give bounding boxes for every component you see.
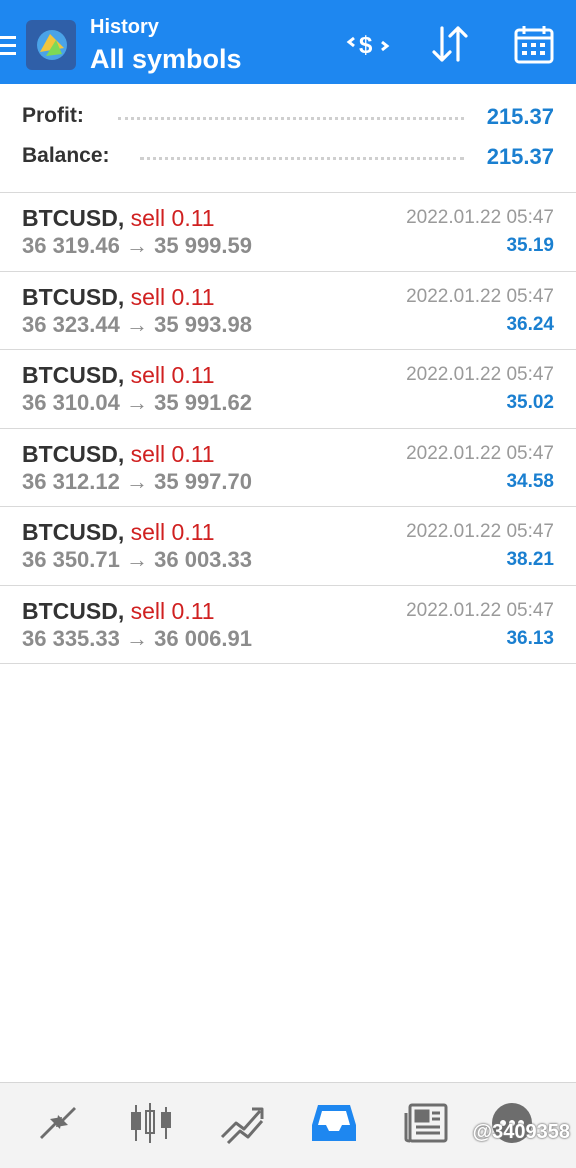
deal-symbol-name: BTCUSD, [22,283,125,310]
quotes-icon[interactable] [34,1101,82,1145]
deal-symbol-name: BTCUSD, [22,597,125,624]
deal-row[interactable]: BTCUSD, sell 0.11 36 312.12 → 35 997.70 20… [0,427,576,506]
deal-prices: 36 319.46 → 35 999.59 [22,233,252,259]
deal-symbol: BTCUSD, sell 0.11 [22,362,215,389]
arrow-icon: → [126,468,148,494]
menu-icon[interactable] [0,36,16,56]
balance-value: 215.37 [480,144,554,170]
list-divider [0,663,576,664]
arrow-icon: → [126,547,148,572]
profit-row: Profit: 215.37 [22,104,554,136]
arrow-icon: → [126,233,148,258]
balance-row: Balance: 215.37 [22,144,554,176]
deal-symbol-name: BTCUSD, [22,519,125,545]
deal-open-price: 36 335.33 [22,625,120,651]
deal-symbol-name: BTCUSD, [22,440,125,467]
deal-row[interactable]: BTCUSD, sell 0.11 36 319.46 → 35 999.59 20… [0,192,576,270]
arrow-icon: → [126,311,148,337]
deal-symbol: BTCUSD, sell 0.11 [22,598,215,625]
deal-time: 2022.01.22 05:47 [406,364,554,385]
deal-symbol: BTCUSD, sell 0.11 [22,519,215,546]
arrow-icon: → [126,390,148,415]
deal-row[interactable]: BTCUSD, sell 0.11 36 323.44 → 35 993.98 20… [0,270,576,349]
deal-time: 2022.01.22 05:47 [406,442,554,464]
deal-open-price: 36 312.12 [22,468,120,494]
news-icon[interactable] [404,1101,452,1145]
deal-close-price: 36 006.91 [154,625,252,651]
deal-close-price: 35 997.70 [154,468,252,494]
svg-text:$: $ [359,32,373,59]
deal-prices: 36 310.04 → 35 991.62 [22,390,252,416]
deal-side: sell 0.11 [130,597,215,624]
calendar-icon[interactable] [512,24,556,64]
balance-label: Balance: [22,144,116,168]
deal-row[interactable]: BTCUSD, sell 0.11 36 310.04 → 35 991.62 20… [0,349,576,427]
dotted-leader [118,116,464,120]
deal-prices: 36 350.71 → 36 003.33 [22,547,252,573]
deal-profit: 36.13 [506,627,554,649]
deal-time: 2022.01.22 05:47 [406,207,554,228]
deal-prices: 36 323.44 → 35 993.98 [22,312,252,338]
deal-time: 2022.01.22 05:47 [406,599,554,621]
deal-open-price: 36 319.46 [22,233,120,258]
chart-icon[interactable] [128,1101,176,1145]
summary-panel: Profit: 215.37 Balance: 215.37 [0,84,576,192]
screen-title[interactable]: All symbols [90,44,242,75]
bottom-nav: @3409358 [0,1082,576,1168]
deal-profit: 35.19 [506,235,554,256]
deal-symbol: BTCUSD, sell 0.11 [22,441,215,468]
deal-prices: 36 312.12 → 35 997.70 [22,469,252,495]
deal-profit: 34.58 [506,470,554,492]
deal-open-price: 36 310.04 [22,390,120,415]
deal-side: sell 0.11 [130,519,215,545]
deal-open-price: 36 350.71 [22,547,120,572]
deal-profit: 36.24 [506,313,554,335]
deal-row[interactable]: BTCUSD, sell 0.11 36 335.33 → 36 006.91 20… [0,584,576,663]
deal-profit: 38.21 [506,549,554,570]
deal-side: sell 0.11 [130,205,215,231]
deal-side: sell 0.11 [130,283,215,310]
top-bar: History All symbols $ [0,0,576,84]
sort-icon[interactable] [428,24,472,64]
deal-row[interactable]: BTCUSD, sell 0.11 36 350.71 → 36 003.33 20… [0,506,576,584]
deal-close-price: 35 993.98 [154,311,252,337]
arrow-icon: → [126,625,148,651]
deal-symbol: BTCUSD, sell 0.11 [22,284,215,311]
currency-exchange-icon[interactable]: $ [346,24,390,64]
watermark: @3409358 [472,1121,570,1143]
deal-close-price: 35 999.59 [154,233,252,258]
screen-subtitle: History [90,16,159,38]
dotted-leader [140,156,464,160]
trade-icon[interactable] [218,1101,266,1145]
deal-time: 2022.01.22 05:47 [406,285,554,307]
profit-value: 215.37 [480,104,554,130]
deal-close-price: 36 003.33 [154,547,252,572]
history-icon[interactable] [310,1101,358,1145]
deal-side: sell 0.11 [130,362,215,388]
deal-side: sell 0.11 [130,440,215,467]
deal-open-price: 36 323.44 [22,311,120,337]
deal-profit: 35.02 [506,392,554,413]
profit-label: Profit: [22,104,90,128]
deal-close-price: 35 991.62 [154,390,252,415]
deal-time: 2022.01.22 05:47 [406,521,554,542]
deal-symbol-name: BTCUSD, [22,362,125,388]
app-logo [26,20,76,70]
deal-symbol: BTCUSD, sell 0.11 [22,205,215,232]
deal-prices: 36 335.33 → 36 006.91 [22,626,252,652]
deal-symbol-name: BTCUSD, [22,205,125,231]
